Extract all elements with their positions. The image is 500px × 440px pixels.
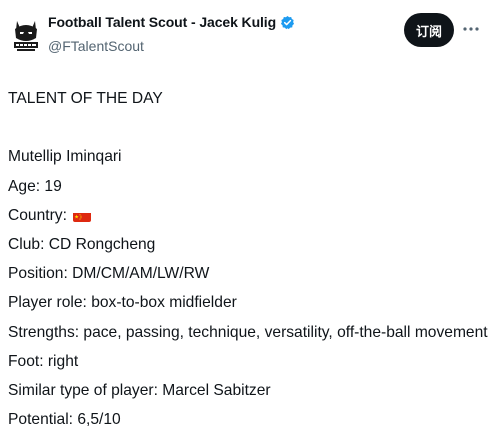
player-strengths: Strengths: pace, passing, technique, ver… [8,323,488,341]
player-foot: Foot: right [8,352,79,370]
player-country: Country: [8,201,494,230]
player-potential: Potential: 6,5/10 [8,411,121,429]
country-label: Country: [8,206,67,224]
china-flag-icon [73,208,92,222]
author-handle[interactable]: @FTalentScout [48,38,144,54]
player-age: Age: 19 [8,177,62,195]
scout-logo-icon[interactable] [12,18,40,54]
tweet-heading: TALENT OF THE DAY [8,90,163,107]
player-name: Mutellip Iminqari [8,148,122,166]
author-display-name[interactable]: Football Talent Scout - Jacek Kulig [48,14,276,30]
tweet-header: Football Talent Scout - Jacek Kulig @FTa… [0,0,500,70]
player-role: Player role: box-to-box midfielder [8,294,237,312]
similar-player: Similar type of player: Marcel Sabitzer [8,381,271,399]
more-options-icon[interactable] [460,18,482,40]
author-name-line: Football Talent Scout - Jacek Kulig [48,14,295,30]
tweet-text: TALENT OF THE DAY Mutellip Iminqari Age:… [8,84,494,434]
player-club: Club: CD Rongcheng [8,235,156,253]
verified-badge-icon[interactable] [280,15,295,30]
subscribe-button[interactable]: 订阅 [404,13,454,47]
player-position: Position: DM/CM/AM/LW/RW [8,265,210,283]
